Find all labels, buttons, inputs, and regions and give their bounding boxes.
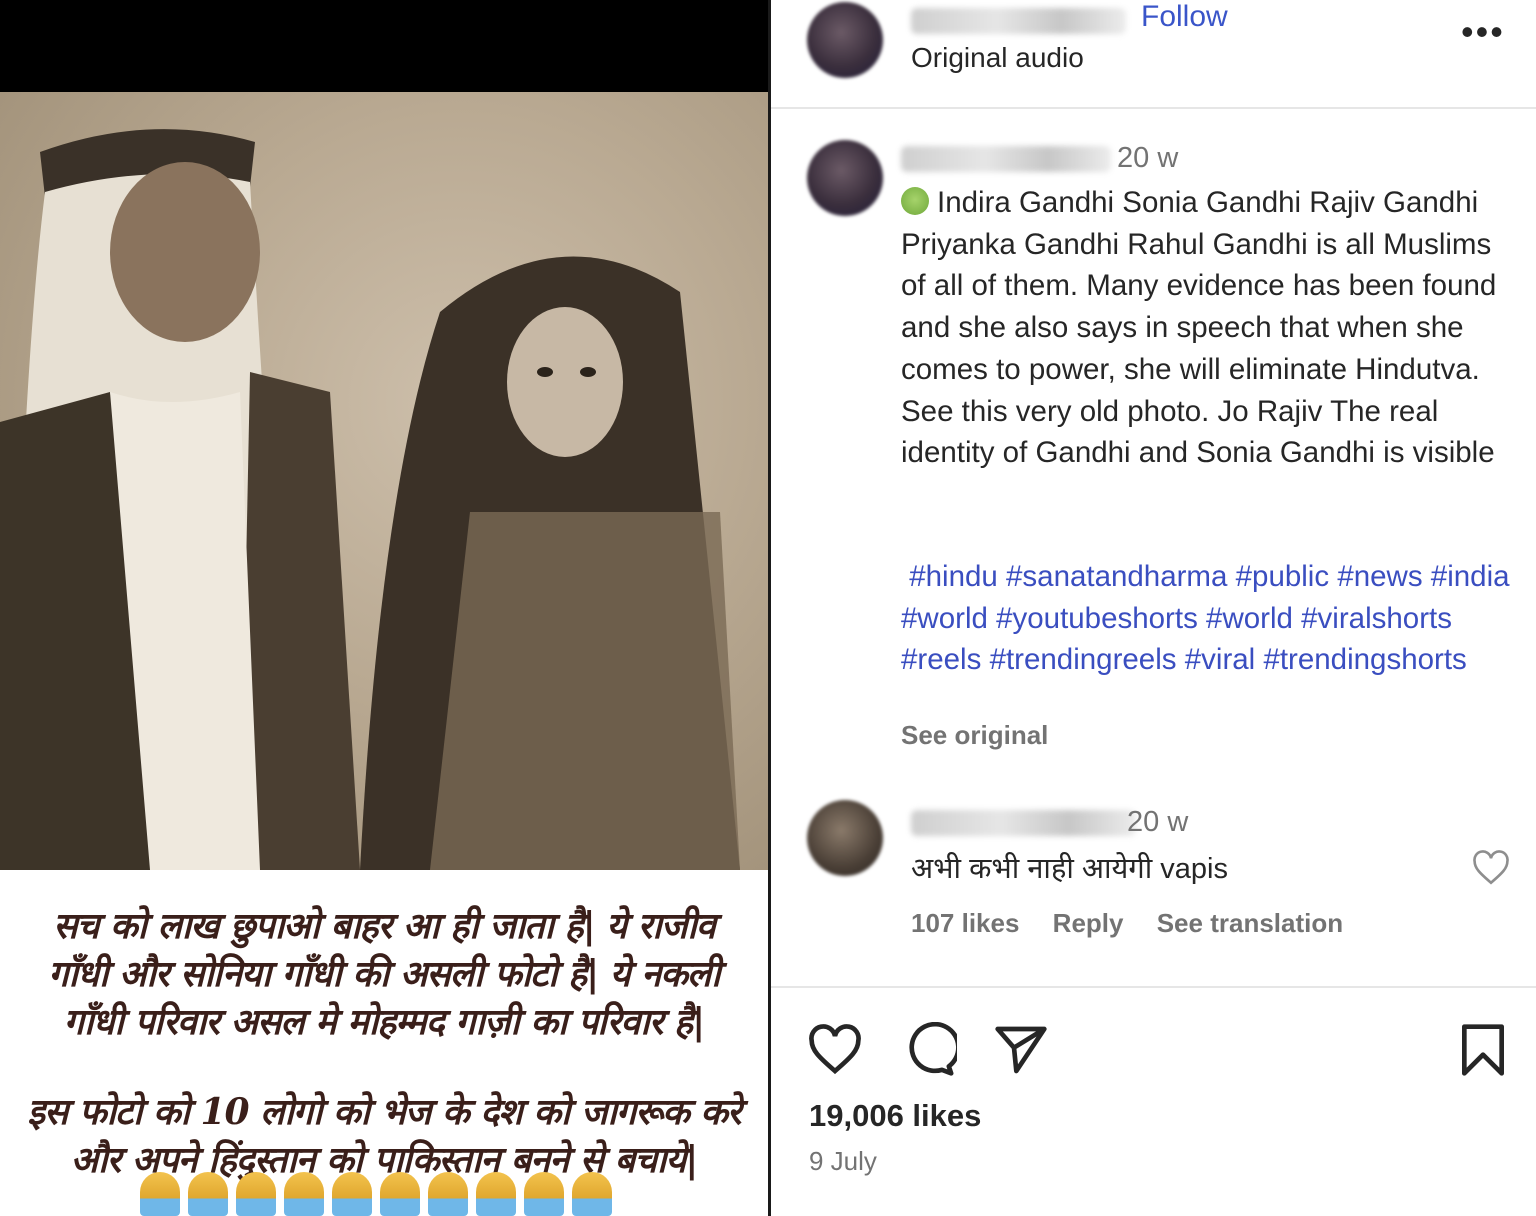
caption-author-username-blurred[interactable] xyxy=(901,146,1111,172)
hashtag-link[interactable]: #world xyxy=(901,602,988,635)
post-caption: Indira Gandhi Sonia Gandhi Rajiv Gandhi … xyxy=(901,182,1516,474)
reply-button[interactable]: Reply xyxy=(1053,908,1124,938)
save-bookmark-icon[interactable] xyxy=(1455,1022,1511,1078)
caption-text: Indira Gandhi Sonia Gandhi Rajiv Gandhi … xyxy=(901,186,1497,470)
hashtag-link[interactable]: #public xyxy=(1236,560,1329,593)
hindi-caption-line: इस फोटो को 10 लोगो को भेज के देश को जागर… xyxy=(27,1091,741,1133)
comment-likes-count[interactable]: 107 likes xyxy=(911,908,1019,938)
hindi-caption-line: गाँधी परिवार असल मे मोहम्मद गाज़ी का परि… xyxy=(63,1001,705,1043)
hashtag-link[interactable]: #hindu xyxy=(909,560,998,593)
commenter-username-blurred[interactable] xyxy=(911,810,1136,836)
hashtag-link[interactable]: #viral xyxy=(1185,643,1256,676)
pointing-hand-icon xyxy=(188,1172,228,1216)
more-options-icon[interactable]: ••• xyxy=(1461,14,1505,50)
pointing-hand-icon xyxy=(380,1172,420,1216)
original-audio-link[interactable]: Original audio xyxy=(911,42,1084,74)
pointing-hand-icon xyxy=(332,1172,372,1216)
actions-divider xyxy=(771,986,1536,988)
hashtag-link[interactable]: #sanatandharma xyxy=(1006,560,1227,593)
comment-bubble-icon[interactable] xyxy=(901,1022,957,1078)
commenter-avatar[interactable] xyxy=(807,800,883,876)
hashtag-link[interactable]: #trendingshorts xyxy=(1263,643,1466,676)
pointing-hand-icon xyxy=(236,1172,276,1216)
pointing-hand-icon xyxy=(284,1172,324,1216)
hindi-caption-line: गाँधी और सोनिया गाँधी की असली फोटो है| य… xyxy=(48,953,720,995)
pointing-hand-icon xyxy=(428,1172,468,1216)
see-translation-button[interactable]: See translation xyxy=(1157,908,1343,938)
hashtag-link[interactable]: #viralshorts xyxy=(1301,602,1452,635)
post-date: 9 July xyxy=(809,1146,877,1176)
hashtag-link[interactable]: #reels xyxy=(901,643,981,676)
media-caption-area: सच को लाख छुपाओ बाहर आ ही जाता है| ये रा… xyxy=(0,870,768,1216)
comment-meta-row: 107 likes Reply See translation xyxy=(911,908,1369,939)
header-divider xyxy=(771,107,1536,109)
caption-timestamp: 20 w xyxy=(1117,142,1179,174)
post-likes-count[interactable]: 19,006 likes xyxy=(809,1098,981,1134)
hashtag-link[interactable]: #world xyxy=(1206,602,1293,635)
caption-author-avatar[interactable] xyxy=(807,140,883,216)
pointing-hand-icon xyxy=(524,1172,564,1216)
pointing-hand-icon xyxy=(572,1172,612,1216)
follow-button[interactable]: Follow xyxy=(1141,0,1228,34)
reply-timestamp: 20 w xyxy=(1127,806,1189,838)
hashtag-link[interactable]: #india xyxy=(1431,560,1510,593)
hashtag-list: #hindu #sanatandharma #public #news #ind… xyxy=(901,556,1516,681)
pointing-hand-icon xyxy=(476,1172,516,1216)
vintage-photo xyxy=(0,92,768,870)
author-avatar[interactable] xyxy=(807,2,883,78)
pointing-hand-icon xyxy=(140,1172,180,1216)
comment-text: अभी कभी नाही आयेगी vapis xyxy=(911,853,1228,885)
hashtag-link[interactable]: #news xyxy=(1337,560,1422,593)
comment-like-heart-icon[interactable] xyxy=(1471,850,1511,886)
like-heart-icon[interactable] xyxy=(807,1022,863,1078)
share-paper-plane-icon[interactable] xyxy=(993,1022,1049,1078)
nauseated-face-icon xyxy=(901,187,929,215)
photo-illustration xyxy=(0,129,740,870)
see-original-button[interactable]: See original xyxy=(901,720,1048,751)
reel-media[interactable]: सच को लाख छुपाओ बाहर आ ही जाता है| ये रा… xyxy=(0,0,768,1216)
pointing-hand-emoji-row xyxy=(140,1172,640,1216)
hashtag-link[interactable]: #youtubeshorts xyxy=(996,602,1198,635)
post-panel: Follow Original audio ••• 20 w Indira Ga… xyxy=(771,0,1536,1216)
author-username-blurred[interactable] xyxy=(911,8,1126,34)
hashtag-link[interactable]: #trendingreels xyxy=(990,643,1177,676)
hindi-caption-line: सच को लाख छुपाओ बाहर आ ही जाता है| ये रा… xyxy=(53,905,716,947)
